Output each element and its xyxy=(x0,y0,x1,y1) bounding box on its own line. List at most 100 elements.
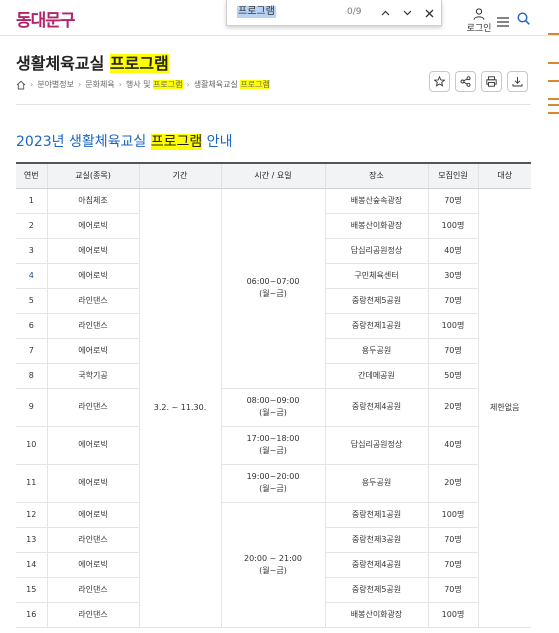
time-range: 20:00 ~ 21:00 xyxy=(244,553,302,563)
find-close-button[interactable] xyxy=(421,5,437,21)
time-range: 06:00~07:00 xyxy=(246,277,300,286)
cell-time: 19:00~20:00 (월~금) xyxy=(220,464,325,503)
header-divider xyxy=(16,104,531,105)
breadcrumb-separator: › xyxy=(78,80,82,89)
breadcrumb-separator: › xyxy=(30,80,34,89)
section-title-match: 프로그램 xyxy=(150,134,203,150)
cell-place: 배봉산숲속광장 xyxy=(324,188,428,214)
cell-time: 20:00 ~ 21:00 (월~금) xyxy=(220,502,325,628)
find-bar: 프로그램 0/9 xyxy=(226,0,442,26)
match-marker xyxy=(548,112,559,114)
site-logo[interactable]: 동대문구 xyxy=(16,6,76,31)
breadcrumb-item-events[interactable]: 행사 및 프로그램 xyxy=(126,79,183,90)
match-marker xyxy=(548,98,559,100)
cell-count: 50명 xyxy=(427,363,478,389)
cell-count: 70명 xyxy=(427,338,478,364)
cell-no: 4 xyxy=(16,263,47,289)
cell-count: 20명 xyxy=(427,388,478,427)
cell-place: 중랑천제4공원 xyxy=(324,552,428,578)
cell-count: 70명 xyxy=(427,552,478,578)
page-title-text: 생활체육교실 xyxy=(16,54,110,73)
printer-icon xyxy=(486,76,497,87)
cell-target: 제한없음 xyxy=(477,188,531,628)
breadcrumb-current-text: 생활체육교실 xyxy=(193,80,241,89)
cell-no: 3 xyxy=(16,238,47,264)
chevron-down-icon xyxy=(403,10,411,16)
breadcrumb-item-culture-sports[interactable]: 문화체육 xyxy=(85,79,114,90)
column-header-time: 시간 / 요일 xyxy=(220,162,325,189)
breadcrumb-current: 생활체육교실 프로그램 xyxy=(194,79,270,90)
cell-class: 에어로빅 xyxy=(46,213,139,239)
home-icon[interactable] xyxy=(16,80,26,90)
cell-class: 라인댄스 xyxy=(46,602,139,628)
time-days: (월~금) xyxy=(259,408,287,417)
share-icon xyxy=(460,76,471,87)
print-button[interactable] xyxy=(481,71,502,92)
cell-class: 라인댄스 xyxy=(46,527,139,553)
cell-place: 중랑천제3공원 xyxy=(324,527,428,553)
download-button[interactable] xyxy=(507,71,528,92)
find-previous-button[interactable] xyxy=(377,5,393,21)
chevron-up-icon xyxy=(381,10,389,16)
login-label: 로그인 xyxy=(466,24,492,34)
cell-count: 100명 xyxy=(427,313,478,339)
cell-place: 배봉산이화광장 xyxy=(324,213,428,239)
cell-no: 16 xyxy=(16,602,47,628)
section-title: 2023년 생활체육교실 프로그램 안내 xyxy=(16,131,232,151)
breadcrumb-item-field-info[interactable]: 분야별정보 xyxy=(37,79,74,90)
download-icon xyxy=(512,77,523,87)
cell-count: 70명 xyxy=(427,577,478,603)
cell-class: 에어로빅 xyxy=(46,552,139,578)
cell-class: 에어로빅 xyxy=(46,238,139,264)
cell-no: 6 xyxy=(16,313,47,339)
time-days: (월~금) xyxy=(259,289,287,298)
cell-class: 에어로빅 xyxy=(46,338,139,364)
page-title: 생활체육교실 프로그램 xyxy=(16,50,169,74)
match-marker xyxy=(548,62,559,64)
table-row: 10 에어로빅 17:00~18:00 (월~금) 답십리공원정상 40명 xyxy=(16,426,531,465)
cell-count: 30명 xyxy=(427,263,478,289)
find-next-button[interactable] xyxy=(399,5,415,21)
section-title-suffix: 안내 xyxy=(202,134,233,150)
find-input[interactable]: 프로그램 xyxy=(237,6,276,18)
cell-no: 1 xyxy=(16,188,47,214)
cell-class: 에어로빅 xyxy=(46,502,139,528)
column-header-target: 대상 xyxy=(477,162,531,189)
cell-class: 국학기공 xyxy=(46,363,139,389)
cell-place: 중랑천제1공원 xyxy=(324,502,428,528)
cell-class: 에어로빅 xyxy=(46,263,139,289)
program-table: 연번 교실(종목) 기간 시간 / 요일 장소 모집인원 대상 1 아침체조 3… xyxy=(16,162,531,628)
column-header-capacity: 모집인원 xyxy=(427,162,478,189)
cell-count: 100명 xyxy=(427,502,478,528)
star-icon xyxy=(434,76,445,87)
cell-no: 13 xyxy=(16,527,47,553)
match-marker xyxy=(548,33,559,35)
cell-time: 17:00~18:00 (월~금) xyxy=(220,426,325,465)
breadcrumb-separator: › xyxy=(118,80,122,89)
user-icon xyxy=(473,8,485,20)
cell-place: 용두공원 xyxy=(324,464,428,503)
time-range: 08:00~09:00 xyxy=(246,396,300,405)
cell-class: 라인댄스 xyxy=(46,388,139,427)
menu-icon[interactable] xyxy=(497,12,509,31)
find-match-count: 0/9 xyxy=(347,7,362,17)
cell-place: 구민체육센터 xyxy=(324,263,428,289)
cell-place: 답십리공원정상 xyxy=(324,426,428,465)
cell-place: 답십리공원정상 xyxy=(324,238,428,264)
cell-no: 12 xyxy=(16,502,47,528)
column-header-no: 연번 xyxy=(16,162,47,189)
search-icon[interactable] xyxy=(517,10,530,29)
cell-count: 70명 xyxy=(427,188,478,214)
cell-no: 10 xyxy=(16,426,47,465)
cell-no: 14 xyxy=(16,552,47,578)
time-range: 19:00~20:00 xyxy=(246,472,300,481)
share-button[interactable] xyxy=(455,71,476,92)
table-row: 11 에어로빅 19:00~20:00 (월~금) 용두공원 20명 xyxy=(16,464,531,503)
cell-place: 중랑천제5공원 xyxy=(324,577,428,603)
cell-place: 간데메공원 xyxy=(324,363,428,389)
cell-count: 70명 xyxy=(427,288,478,314)
login-button[interactable]: 로그인 xyxy=(466,8,492,34)
cell-no: 2 xyxy=(16,213,47,239)
cell-place: 중랑천제4공원 xyxy=(324,388,428,427)
favorite-button[interactable] xyxy=(429,71,450,92)
